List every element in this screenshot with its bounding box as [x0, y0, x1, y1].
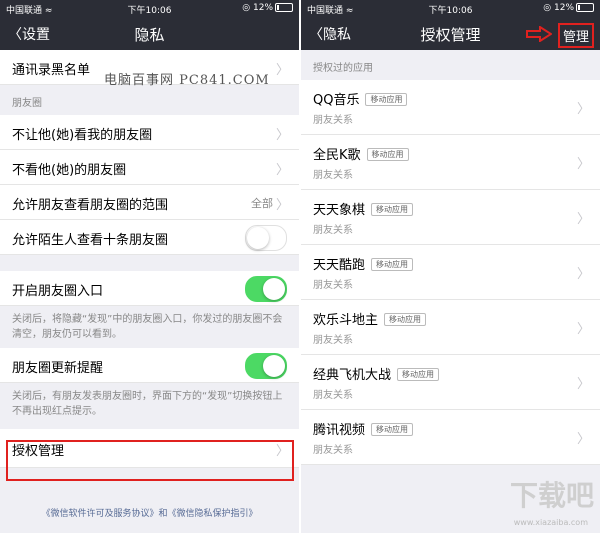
- agreement-links[interactable]: 《微信软件许可及服务协议》和《微信隐私保护指引》: [0, 506, 299, 519]
- battery-icon: [576, 3, 594, 12]
- row-value: 全部: [251, 197, 273, 210]
- nav-bar: 〈隐私 授权管理 管理: [301, 18, 600, 50]
- app-tag: 移动应用: [384, 313, 427, 326]
- app-row-quanmin-k-song[interactable]: 全民K歌 移动应用 朋友关系 〉: [301, 135, 600, 190]
- app-name-line: 天天象棋 移动应用: [313, 199, 414, 218]
- app-tag: 移动应用: [371, 258, 414, 271]
- section-title: 朋友圈: [12, 98, 42, 109]
- app-row-plane-war[interactable]: 经典飞机大战 移动应用 朋友关系 〉: [301, 355, 600, 410]
- app-permission: 朋友关系: [313, 335, 353, 346]
- app-row-tencent-video[interactable]: 腾讯视频 移动应用 朋友关系 〉: [301, 410, 600, 465]
- app-permission: 朋友关系: [313, 390, 353, 401]
- app-name-line: 经典飞机大战 移动应用: [313, 364, 440, 383]
- app-name: QQ音乐: [313, 93, 360, 108]
- app-row-tiantian-kupao[interactable]: 天天酷跑 移动应用 朋友关系 〉: [301, 245, 600, 300]
- app-name-line: QQ音乐 移动应用: [313, 89, 408, 108]
- app-permission: 朋友关系: [313, 280, 353, 291]
- app-row-tiantian-xiangqi[interactable]: 天天象棋 移动应用 朋友关系 〉: [301, 190, 600, 245]
- battery-label: ◎ 12%: [242, 3, 273, 13]
- row-label: 开启朋友圈入口: [12, 284, 104, 299]
- battery-indicator: ◎ 12%: [242, 3, 293, 13]
- app-tag: 移动应用: [365, 93, 408, 106]
- section-header: 授权过的应用: [301, 50, 600, 80]
- privacy-screen: 中国联通 ≈ 下午10:06 ◎ 12% 〈设置 隐私 通讯录黑名单 〉 朋友圈…: [0, 0, 299, 533]
- page-title: 授权管理: [420, 26, 481, 44]
- row-label: 允许朋友查看朋友圈的范围: [12, 198, 169, 213]
- app-name-line: 天天酷跑 移动应用: [313, 254, 414, 273]
- app-permission: 朋友关系: [313, 115, 353, 126]
- chevron-right-icon: 〉: [576, 157, 590, 172]
- row-label: 通讯录黑名单: [12, 63, 91, 78]
- row-label: 不看他(她)的朋友圈: [12, 163, 127, 178]
- app-permission: 朋友关系: [313, 445, 353, 456]
- app-row-qq-music[interactable]: QQ音乐 移动应用 朋友关系 〉: [301, 80, 600, 135]
- app-name-line: 腾讯视频 移动应用: [313, 419, 414, 438]
- app-name: 天天酷跑: [313, 258, 366, 273]
- status-bar: 中国联通 ≈ 下午10:06 ◎ 12%: [0, 0, 299, 18]
- app-permission: 朋友关系: [313, 170, 353, 181]
- chevron-right-icon: 〉: [275, 163, 289, 178]
- stranger-toggle[interactable]: [245, 225, 287, 251]
- site-logo: 下载吧: [509, 479, 594, 512]
- chevron-right-icon: 〉: [576, 377, 590, 392]
- battery-label: ◎ 12%: [543, 3, 574, 13]
- moments-update-toggle[interactable]: [245, 353, 287, 379]
- moments-range-row[interactable]: 允许朋友查看朋友圈的范围 全部 〉: [0, 185, 299, 220]
- battery-indicator: ◎ 12%: [543, 3, 594, 13]
- moments-update-row: 朋友圈更新提醒: [0, 348, 299, 383]
- app-tag: 移动应用: [371, 203, 414, 216]
- chevron-right-icon: 〉: [576, 267, 590, 282]
- hide-my-moments-row[interactable]: 不让他(她)看我的朋友圈 〉: [0, 115, 299, 150]
- watermark: 电脑百事网 PC841.COM: [104, 73, 270, 88]
- site-url: www.xiazaiba.com: [513, 518, 588, 527]
- nav-bar: 〈设置 隐私: [0, 18, 299, 50]
- app-tag: 移动应用: [397, 368, 440, 381]
- section-title: 授权过的应用: [313, 63, 373, 74]
- row-label: 不让他(她)看我的朋友圈: [12, 128, 153, 143]
- manage-button[interactable]: 管理: [557, 23, 594, 48]
- battery-icon: [275, 3, 293, 12]
- chevron-right-icon: 〉: [576, 212, 590, 227]
- page-title: 隐私: [134, 26, 165, 44]
- chevron-right-icon: 〉: [576, 322, 590, 337]
- app-permission: 朋友关系: [313, 225, 353, 236]
- app-name: 全民K歌: [313, 148, 361, 163]
- row-label: 朋友圈更新提醒: [12, 361, 104, 376]
- chevron-right-icon: 〉: [576, 432, 590, 447]
- app-name: 经典飞机大战: [313, 368, 392, 383]
- moments-entry-note: 关闭后，将隐藏“发现”中的朋友圈入口，你发过的朋友圈不会清空，朋友仍可以看到。: [12, 314, 283, 340]
- chevron-right-icon: 〉: [576, 102, 590, 117]
- authorized-app-list: QQ音乐 移动应用 朋友关系 〉 全民K歌 移动应用 朋友关系 〉 天天象棋 移动应用…: [301, 80, 600, 465]
- app-name: 腾讯视频: [313, 423, 366, 438]
- app-tag: 移动应用: [371, 423, 414, 436]
- chevron-right-icon: 〉: [275, 63, 289, 78]
- app-name: 欢乐斗地主: [313, 313, 379, 328]
- auth-management-screen: 中国联通 ≈ 下午10:06 ◎ 12% 〈隐私 授权管理 管理 授权过的应用 …: [301, 0, 600, 533]
- status-bar: 中国联通 ≈ 下午10:06 ◎ 12%: [301, 0, 600, 18]
- row-label: 允许陌生人查看十条朋友圈: [12, 233, 169, 248]
- hide-their-moments-row[interactable]: 不看他(她)的朋友圈 〉: [0, 150, 299, 185]
- app-tag: 移动应用: [366, 148, 409, 161]
- highlight-box: [6, 440, 294, 481]
- app-name-line: 全民K歌 移动应用: [313, 144, 409, 163]
- app-row-huanle-doudizhu[interactable]: 欢乐斗地主 移动应用 朋友关系 〉: [301, 300, 600, 355]
- moments-entry-toggle[interactable]: [245, 276, 287, 302]
- screenshot: 中国联通 ≈ 下午10:06 ◎ 12% 〈设置 隐私 通讯录黑名单 〉 朋友圈…: [0, 0, 600, 533]
- stranger-ten-posts-row: 允许陌生人查看十条朋友圈: [0, 220, 299, 255]
- section-header: 朋友圈: [0, 85, 299, 115]
- moments-entry-row: 开启朋友圈入口: [0, 271, 299, 306]
- app-name: 天天象棋: [313, 203, 366, 218]
- app-name-line: 欢乐斗地主 移动应用: [313, 309, 427, 328]
- moments-update-note: 关闭后，有朋友发表朋友圈时，界面下方的“发现”切换按钮上不再出现红点提示。: [12, 391, 283, 417]
- chevron-right-icon: 〉: [275, 128, 289, 143]
- arrow-right-icon: [526, 26, 552, 42]
- chevron-right-icon: 〉: [275, 198, 289, 213]
